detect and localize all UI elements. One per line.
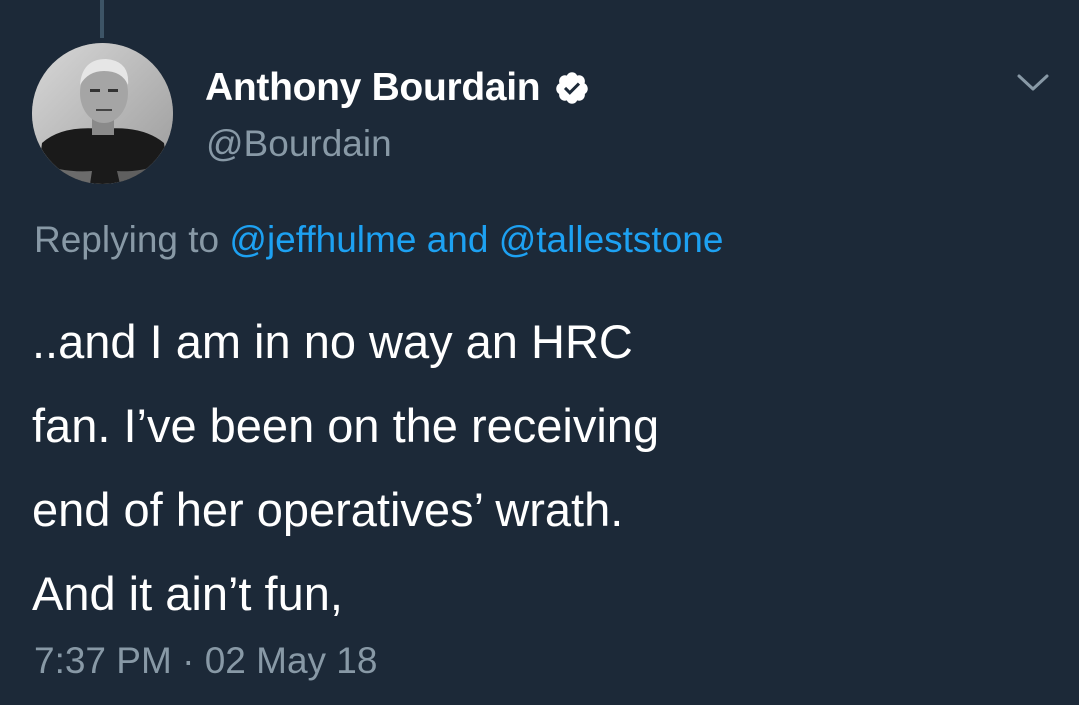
verified-badge-icon — [554, 70, 590, 106]
mention-link-jeffhulme[interactable]: @jeffhulme — [229, 219, 416, 260]
tweet-date[interactable]: 02 May 18 — [205, 640, 378, 681]
author-name-row[interactable]: Anthony Bourdain — [205, 62, 590, 114]
tweet-text-line: fan. I’ve been on the receiving — [32, 399, 660, 452]
thread-connector-line — [100, 0, 104, 38]
chevron-down-icon[interactable] — [1015, 70, 1051, 94]
tweet-text-line: ..and I am in no way an HRC — [32, 315, 633, 368]
avatar[interactable] — [32, 43, 173, 184]
timestamp-separator: · — [182, 640, 195, 681]
tweet-text: ..and I am in no way an HRC fan. I’ve be… — [32, 300, 1032, 636]
tweet-detail: Anthony Bourdain @Bourdain Replying to @… — [0, 0, 1079, 705]
replying-to-line: Replying to @jeffhulme and @talleststone — [34, 219, 723, 261]
mention-link-talleststone[interactable]: @talleststone — [499, 219, 724, 260]
tweet-timestamp[interactable]: 7:37 PM · 02 May 18 — [34, 640, 377, 682]
replying-to-label: Replying to — [34, 219, 220, 260]
tweet-text-line: And it ain’t fun, — [32, 567, 343, 620]
author-handle[interactable]: @Bourdain — [206, 123, 392, 165]
replying-to-conjunction[interactable]: and — [427, 219, 489, 260]
avatar-photo — [32, 43, 173, 184]
tweet-text-line: end of her operatives’ wrath. — [32, 483, 624, 536]
tweet-time[interactable]: 7:37 PM — [34, 640, 172, 681]
author-display-name[interactable]: Anthony Bourdain — [205, 66, 541, 110]
